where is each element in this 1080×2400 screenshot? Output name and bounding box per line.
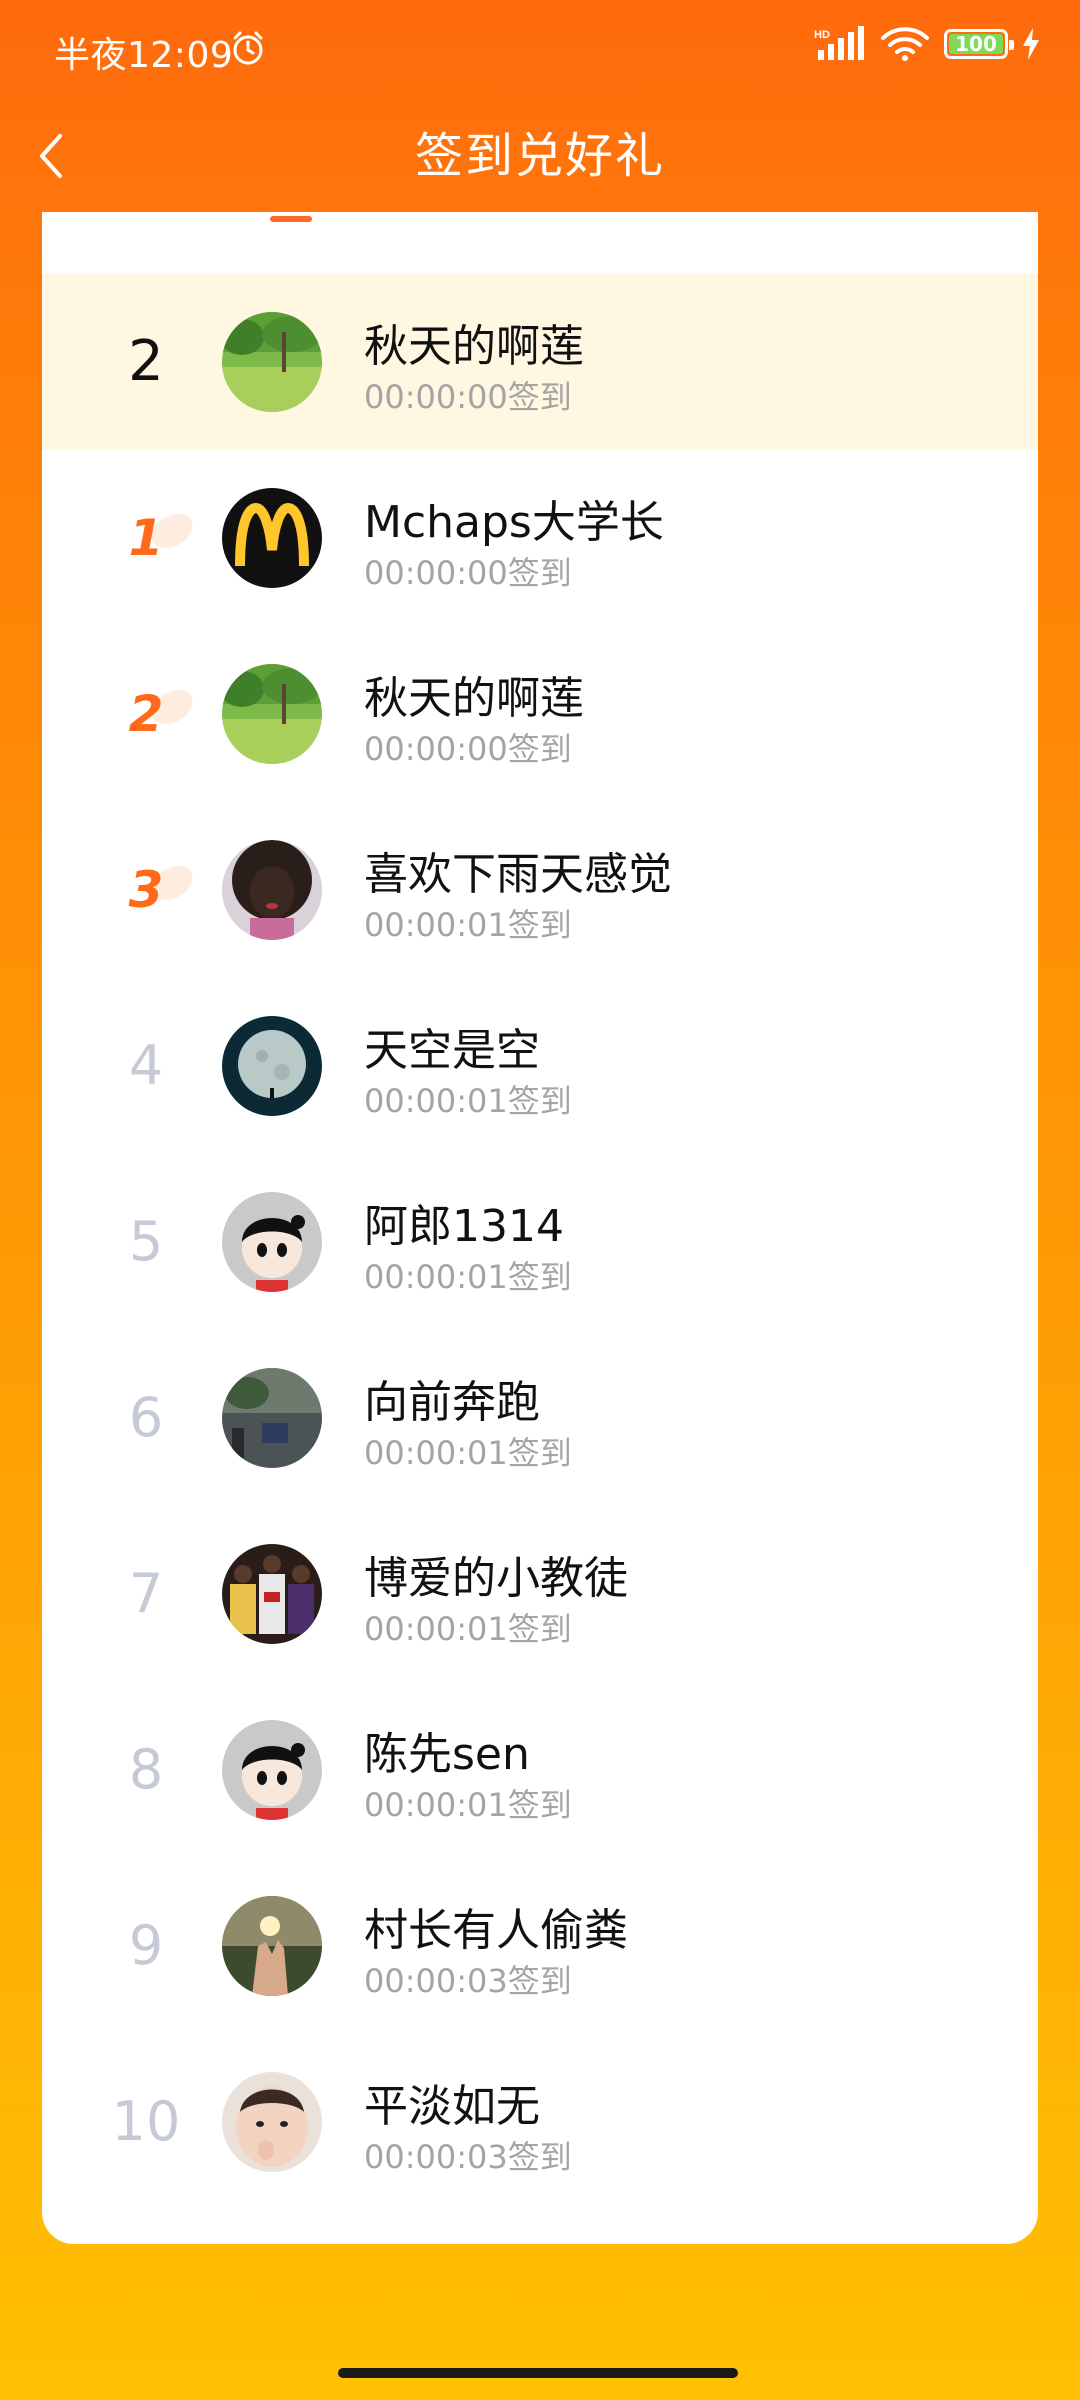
sunset-hand-avatar <box>222 1896 322 1996</box>
checkin-time: 00:00:01签到 <box>364 906 572 944</box>
charging-bolt-icon <box>1023 28 1039 60</box>
checkin-time: 00:00:03签到 <box>364 2138 572 2176</box>
basketball-players-avatar <box>222 1544 322 1644</box>
rank-number: 9 <box>128 1914 164 1977</box>
rank-row[interactable]: 8 陈先sen 00:00:01签到 <box>42 1682 1038 1858</box>
user-name: 向前奔跑 <box>364 1377 540 1428</box>
baby-avatar <box>222 2072 322 2172</box>
rank-number: 2 <box>66 626 226 802</box>
rank-number: 1 <box>66 450 226 626</box>
user-name: 阿郎1314 <box>364 1201 564 1252</box>
user-name: 村长有人偷粪 <box>364 1905 628 1956</box>
home-indicator[interactable] <box>338 2368 738 2378</box>
wifi-icon <box>881 27 929 61</box>
cartoon-kid-avatar <box>222 1192 322 1292</box>
user-name: 陈先sen <box>364 1729 530 1780</box>
checkin-time: 00:00:01签到 <box>364 1258 572 1296</box>
checkin-time: 00:00:00签到 <box>364 554 572 592</box>
tab-indicator <box>270 216 312 222</box>
rank-row[interactable]: 9 村长有人偷粪 00:00:03签到 <box>42 1858 1038 2034</box>
user-name: 天空是空 <box>364 1025 540 1076</box>
leaderboard-card: 2 秋天的啊莲 00:00:00签到 1 Mchaps大学长 00:00:00签… <box>42 212 1038 2244</box>
nav-bar: 签到兑好礼 <box>0 100 1080 212</box>
my-rank-number: 2 <box>128 329 164 394</box>
my-rank-row[interactable]: 2 秋天的啊莲 00:00:00签到 <box>42 274 1038 450</box>
checkin-time: 00:00:00签到 <box>364 730 572 768</box>
checkin-time: 00:00:01签到 <box>364 1434 572 1472</box>
rank-row[interactable]: 2 秋天的啊莲 00:00:00签到 <box>42 626 1038 802</box>
rank-number: 5 <box>128 1210 164 1273</box>
cartoon-kid-avatar <box>222 1720 322 1820</box>
checkin-time: 00:00:01签到 <box>364 1786 572 1824</box>
rank-row[interactable]: 1 Mchaps大学长 00:00:00签到 <box>42 450 1038 626</box>
rank-number: 6 <box>128 1386 164 1449</box>
rank-row[interactable]: 6 向前奔跑 00:00:01签到 <box>42 1330 1038 1506</box>
user-name: 平淡如无 <box>364 2081 540 2132</box>
child-portrait-avatar <box>222 840 322 940</box>
rank-row[interactable]: 5 阿郎1314 00:00:01签到 <box>42 1154 1038 1330</box>
page-title: 签到兑好礼 <box>414 128 665 184</box>
hd-signal-icon: HD <box>814 26 864 60</box>
rank-row[interactable]: 10 平淡如无 00:00:03签到 <box>42 2034 1038 2210</box>
battery-level: 100 <box>955 32 997 56</box>
my-name: 秋天的啊莲 <box>364 321 584 372</box>
rank-number: 8 <box>128 1738 164 1801</box>
landscape-avatar <box>222 312 322 412</box>
rank-number: 3 <box>66 802 226 978</box>
rank-number: 4 <box>128 1034 164 1097</box>
user-name: 秋天的啊莲 <box>364 673 584 724</box>
rank-row[interactable]: 7 博爱的小教徒 00:00:01签到 <box>42 1506 1038 1682</box>
status-bar: 半夜12:09 HD 100 <box>0 0 1080 100</box>
user-name: Mchaps大学长 <box>364 497 664 548</box>
checkin-time: 00:00:03签到 <box>364 1962 572 2000</box>
mcdonalds-logo-avatar <box>222 488 322 588</box>
checkin-time: 00:00:01签到 <box>364 1610 572 1648</box>
checkin-time: 00:00:01签到 <box>364 1082 572 1120</box>
user-name: 博爱的小教徒 <box>364 1553 628 1604</box>
status-icons: HD 100 <box>814 26 1040 62</box>
rank-row[interactable]: 4 天空是空 00:00:01签到 <box>42 978 1038 1154</box>
my-checkin-time: 00:00:00签到 <box>364 378 572 416</box>
rank-number: 7 <box>128 1562 164 1625</box>
landscape-avatar <box>222 664 322 764</box>
rank-number: 10 <box>111 2090 181 2153</box>
rank-list: 1 Mchaps大学长 00:00:00签到 2 秋天的啊莲 00:00:00签… <box>42 450 1038 2210</box>
user-name: 喜欢下雨天感觉 <box>364 849 672 900</box>
rank-row[interactable]: 3 喜欢下雨天感觉 00:00:01签到 <box>42 802 1038 978</box>
battery-icon: 100 <box>944 29 1014 59</box>
moon-avatar <box>222 1016 322 1116</box>
street-photo-avatar <box>222 1368 322 1468</box>
status-time: 半夜12:09 <box>54 35 234 76</box>
svg-text:HD: HD <box>814 29 830 41</box>
alarm-clock-icon <box>233 31 263 65</box>
